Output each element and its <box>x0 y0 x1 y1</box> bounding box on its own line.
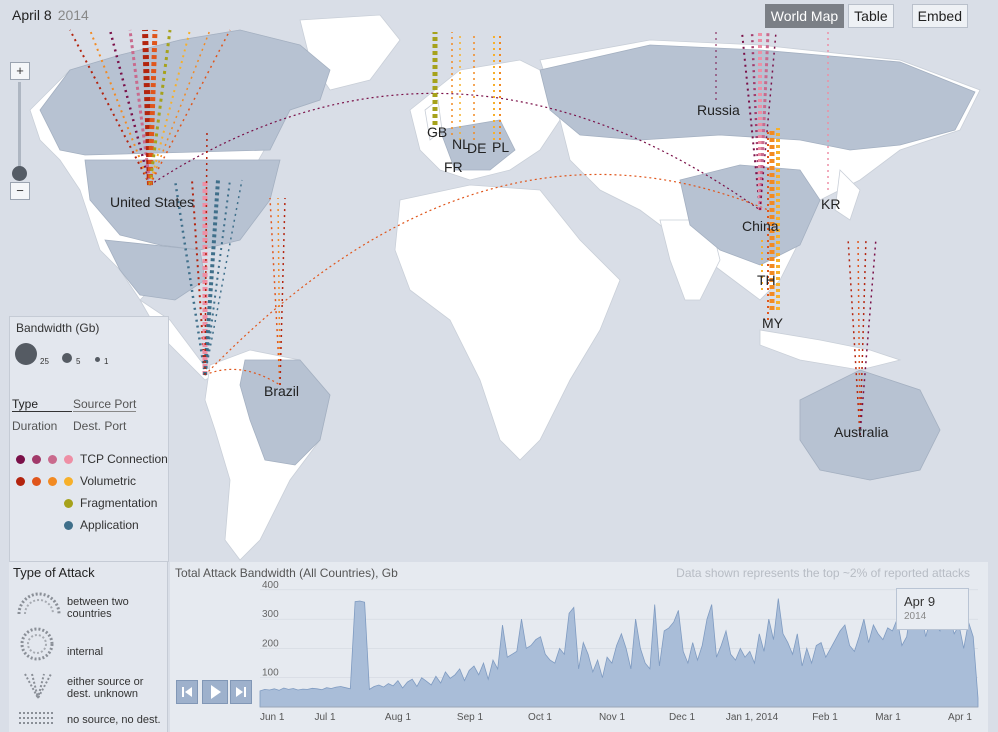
internal-icon <box>20 627 54 661</box>
view-tabs: World Map Table Embed <box>764 4 968 28</box>
no-source-dest-label: no source, no dest. <box>67 714 161 726</box>
tab-source-port[interactable]: Source Port <box>73 397 137 412</box>
zoom-slider-handle[interactable] <box>12 166 27 181</box>
play-icon <box>211 685 221 699</box>
year-label: 2014 <box>57 7 89 23</box>
label-china[interactable]: China <box>742 218 779 234</box>
tooltip-date: Apr 9 <box>904 594 936 609</box>
legend-application-label: Application <box>80 518 139 532</box>
x-tick-label: Jun 1 <box>260 712 285 723</box>
label-fr[interactable]: FR <box>444 159 463 175</box>
x-tick-label: Jan 1, 2014 <box>726 712 779 723</box>
label-australia[interactable]: Australia <box>834 424 888 440</box>
x-tick-label: Nov 1 <box>599 712 626 723</box>
zoom-in-button[interactable]: + <box>10 62 30 80</box>
label-de[interactable]: DE <box>467 140 486 156</box>
vol-color-2 <box>32 477 41 486</box>
bandwidth-chart-panel: Total Attack Bandwidth (All Countries), … <box>170 562 988 732</box>
zoom-track[interactable] <box>18 82 21 178</box>
x-tick-label: Feb 1 <box>812 712 838 723</box>
tab-table[interactable]: Table <box>848 4 894 28</box>
tcp-color-1 <box>16 455 25 464</box>
date-tooltip: Apr 9 2014 <box>896 588 969 630</box>
between-countries-icon <box>17 592 61 615</box>
unknown-endpoint-label: either source or dest. unknown <box>67 676 144 700</box>
internal-label: internal <box>67 646 104 658</box>
tab-world-map[interactable]: World Map <box>764 4 845 28</box>
x-tick-label: Aug 1 <box>385 712 412 723</box>
unknown-endpoint-icon <box>24 673 52 700</box>
tab-duration[interactable]: Duration <box>12 419 57 433</box>
label-kr[interactable]: KR <box>821 196 840 212</box>
y-tick-label: 200 <box>262 638 279 649</box>
skip-back-button[interactable] <box>176 680 198 704</box>
y-tick-label: 100 <box>262 668 279 679</box>
legend-fragmentation-label: Fragmentation <box>80 496 158 510</box>
tab-dest-port[interactable]: Dest. Port <box>73 419 126 433</box>
bandwidth-5-dot <box>62 353 72 363</box>
label-th[interactable]: TH <box>757 272 776 288</box>
label-brazil[interactable]: Brazil <box>264 383 299 399</box>
play-button[interactable] <box>202 680 228 704</box>
bandwidth-title: Bandwidth (Gb) <box>16 321 100 335</box>
label-gb[interactable]: GB <box>427 124 447 140</box>
vol-color-1 <box>16 477 25 486</box>
tcp-color-2 <box>32 455 41 464</box>
label-united-states[interactable]: United States <box>110 194 194 210</box>
skip-forward-icon <box>236 687 246 697</box>
x-tick-label: Dec 1 <box>669 712 696 723</box>
tcp-color-3 <box>48 455 57 464</box>
bandwidth-1-label: 1 <box>104 357 109 366</box>
legend-tcp-label: TCP Connection <box>80 452 168 466</box>
label-russia[interactable]: Russia <box>697 102 740 118</box>
app-color <box>64 521 73 530</box>
tooltip-year: 2014 <box>904 611 927 622</box>
skip-back-icon <box>182 687 192 697</box>
x-tick-label: Apr 1 <box>948 712 972 723</box>
x-tick-label: Oct 1 <box>528 712 552 723</box>
x-tick-label: Mar 1 <box>875 712 901 723</box>
embed-button[interactable]: Embed <box>911 4 968 28</box>
date-label: April 8 <box>12 7 52 23</box>
current-date: April 8 2014 <box>12 7 89 23</box>
legend-panel: Bandwidth (Gb) 25 5 1 Type Source Port D… <box>9 316 169 562</box>
bandwidth-area <box>259 598 979 708</box>
bandwidth-25-dot <box>15 343 37 365</box>
type-of-attack-panel: Type of Attack between two countries int… <box>9 562 168 732</box>
vol-color-3 <box>48 477 57 486</box>
bandwidth-area-chart[interactable]: 100 200 300 400 Jun 1 Jul 1 Aug 1 Sep 1 Oct 1 Nov… <box>170 562 988 732</box>
skip-forward-button[interactable] <box>230 680 252 704</box>
x-tick-label: Jul 1 <box>314 712 336 723</box>
zoom-control: + − <box>10 62 30 200</box>
label-pl[interactable]: PL <box>492 139 509 155</box>
frag-color <box>64 499 73 508</box>
bandwidth-5-label: 5 <box>76 357 81 366</box>
bandwidth-25-label: 25 <box>40 357 49 366</box>
y-tick-label: 400 <box>262 580 279 591</box>
legend-volumetric-label: Volumetric <box>80 474 137 488</box>
x-tick-label: Sep 1 <box>457 712 484 723</box>
zoom-out-button[interactable]: − <box>10 182 30 200</box>
between-countries-label: between two countries <box>67 596 129 620</box>
no-source-dest-icon <box>19 712 55 724</box>
bandwidth-1-dot <box>95 357 100 362</box>
vol-color-4 <box>64 477 73 486</box>
tab-type[interactable]: Type <box>12 397 73 412</box>
type-of-attack-title: Type of Attack <box>13 565 95 580</box>
tcp-color-4 <box>64 455 73 464</box>
y-tick-label: 300 <box>262 609 279 620</box>
label-my[interactable]: MY <box>762 315 783 331</box>
